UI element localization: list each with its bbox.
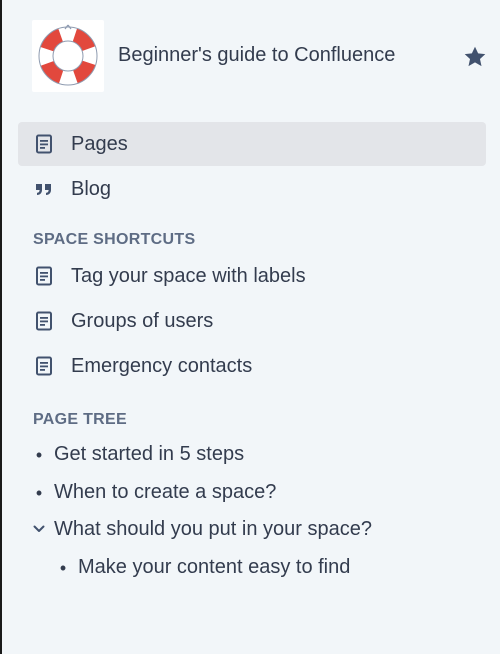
nav-item-blog[interactable]: Blog: [18, 167, 486, 211]
bullet-icon: •: [35, 445, 43, 465]
bullet-icon: •: [59, 558, 67, 578]
nav-item-pages[interactable]: Pages: [18, 122, 486, 166]
quote-icon: [34, 179, 54, 199]
shortcut-label: Tag your space with labels: [71, 265, 306, 287]
nav-label-pages: Pages: [71, 133, 128, 155]
tree-item-what-to-put[interactable]: What should you put in your space?: [32, 515, 472, 545]
tree-item-label: Make your content easy to find: [78, 556, 351, 578]
tree-item-label: Get started in 5 steps: [54, 443, 245, 465]
tree-item-label: When to create a space?: [54, 481, 277, 503]
star-icon[interactable]: [462, 44, 488, 70]
bullet-icon: •: [35, 483, 43, 503]
tree-item-label: What should you put in your space?: [54, 518, 372, 540]
space-header: Beginner's guide to Confluence: [32, 18, 492, 94]
page-tree-heading: PAGE TREE: [33, 411, 127, 428]
lifebuoy-logo[interactable]: [32, 20, 104, 92]
shortcut-item-emergency-contacts[interactable]: Emergency contacts: [18, 344, 486, 388]
space-shortcuts-heading: SPACE SHORTCUTS: [33, 231, 196, 248]
tree-item-when-to-create[interactable]: • When to create a space?: [32, 478, 472, 508]
shortcut-label: Groups of users: [71, 310, 214, 332]
shortcut-item-groups-of-users[interactable]: Groups of users: [18, 299, 486, 343]
tree-item-make-easy-to-find[interactable]: • Make your content easy to find: [56, 553, 476, 583]
page-icon: [34, 266, 54, 286]
space-title[interactable]: Beginner's guide to Confluence: [118, 44, 395, 67]
shortcut-label: Emergency contacts: [71, 355, 253, 377]
tree-item-get-started[interactable]: • Get started in 5 steps: [32, 440, 472, 470]
page-icon: [34, 356, 54, 376]
shortcut-item-tag-labels[interactable]: Tag your space with labels: [18, 254, 486, 298]
space-sidebar: Beginner's guide to Confluence Pages Blo: [0, 0, 500, 654]
page-icon: [34, 311, 54, 331]
chevron-down-icon[interactable]: [32, 522, 46, 536]
page-icon: [34, 134, 54, 154]
nav-label-blog: Blog: [71, 178, 112, 200]
